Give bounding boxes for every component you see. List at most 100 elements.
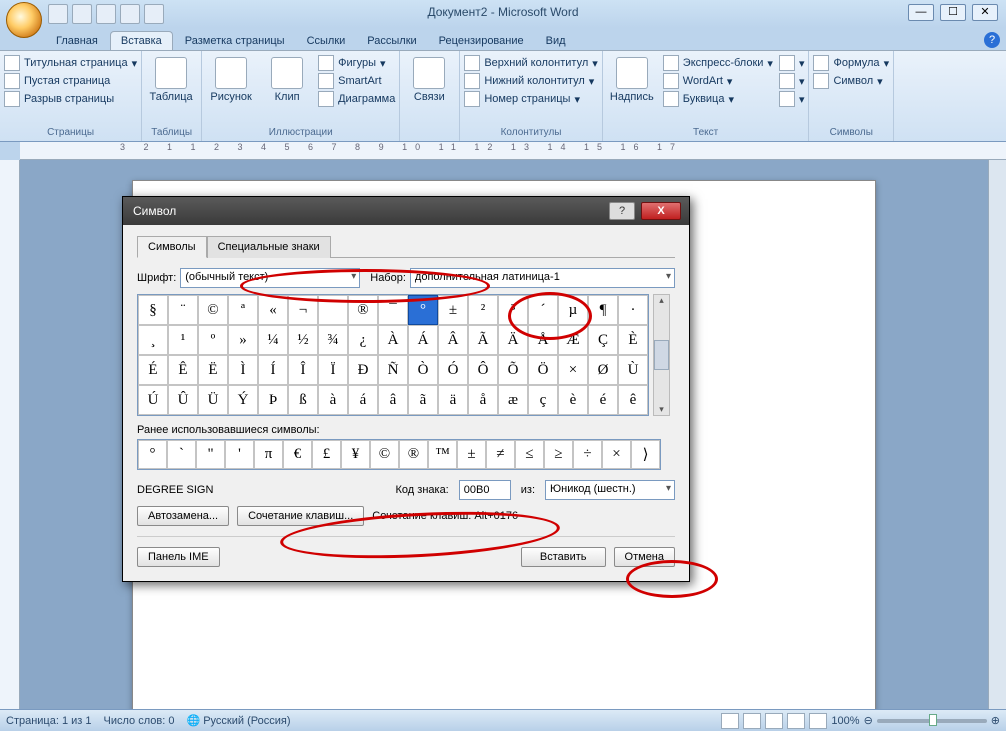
table-button[interactable]: Таблица: [146, 53, 196, 103]
symbol-button[interactable]: Символ ▾: [813, 73, 889, 89]
shapes-button[interactable]: Фигуры ▾: [318, 55, 395, 71]
autocorrect-button[interactable]: Автозамена...: [137, 506, 229, 526]
symbol-cell[interactable]: Õ: [498, 355, 528, 385]
shortcut-key-button[interactable]: Сочетание клавиш...: [237, 506, 364, 526]
symbol-cell[interactable]: Ë: [198, 355, 228, 385]
blank-page-button[interactable]: Пустая страница: [4, 73, 137, 89]
symbol-cell[interactable]: à: [318, 385, 348, 415]
symbol-cell[interactable]: À: [378, 325, 408, 355]
recent-symbol-cell[interactable]: ": [196, 440, 225, 469]
chart-button[interactable]: Диаграмма: [318, 91, 395, 107]
recent-symbol-cell[interactable]: ™: [428, 440, 457, 469]
symbol-cell[interactable]: Ñ: [378, 355, 408, 385]
symbol-cell[interactable]: ±: [438, 295, 468, 325]
symbol-cell[interactable]: «: [258, 295, 288, 325]
dialog-help-button[interactable]: ?: [609, 202, 635, 220]
symbol-cell[interactable]: ½: [288, 325, 318, 355]
symbol-cell[interactable]: é: [588, 385, 618, 415]
minimize-button[interactable]: —: [908, 4, 934, 21]
symbol-cell[interactable]: Û: [168, 385, 198, 415]
symbol-cell[interactable]: Ô: [468, 355, 498, 385]
recent-symbol-cell[interactable]: ±: [457, 440, 486, 469]
ribbon-tab-6[interactable]: Вид: [536, 32, 576, 50]
symbol-cell[interactable]: ç: [528, 385, 558, 415]
cover-page-button[interactable]: Титульная страница ▾: [4, 55, 137, 71]
symbol-cell[interactable]: Ã: [468, 325, 498, 355]
recent-symbol-cell[interactable]: π: [254, 440, 283, 469]
symbol-cell[interactable]: ¿: [348, 325, 378, 355]
office-button[interactable]: [6, 2, 42, 38]
symbol-cell[interactable]: Ù: [618, 355, 648, 385]
dropcap-button[interactable]: Буквица ▾: [663, 91, 773, 107]
page-number-button[interactable]: Номер страницы ▾: [464, 91, 597, 107]
view-outline-icon[interactable]: [787, 713, 805, 729]
equation-button[interactable]: Формула ▾: [813, 55, 889, 71]
tab-special-chars[interactable]: Специальные знаки: [207, 236, 331, 258]
symbol-cell[interactable]: ®: [348, 295, 378, 325]
view-draft-icon[interactable]: [809, 713, 827, 729]
clip-button[interactable]: Клип: [262, 53, 312, 103]
symbol-cell[interactable]: ¯: [378, 295, 408, 325]
symbol-cell[interactable]: Î: [288, 355, 318, 385]
from-combo[interactable]: Юникод (шестн.): [545, 480, 675, 500]
recent-symbol-cell[interactable]: ®: [399, 440, 428, 469]
textbox-button[interactable]: Надпись: [607, 53, 657, 103]
symbol-cell[interactable]: Ú: [138, 385, 168, 415]
vertical-scrollbar[interactable]: [988, 160, 1006, 709]
text-aux1-button[interactable]: ▾: [779, 55, 805, 71]
symbol-cell[interactable]: Ì: [228, 355, 258, 385]
symbol-cell[interactable]: ­: [318, 295, 348, 325]
symbol-cell[interactable]: Ø: [588, 355, 618, 385]
recent-symbol-cell[interactable]: ⟩: [631, 440, 660, 469]
symbol-cell[interactable]: ·: [618, 295, 648, 325]
recent-symbol-cell[interactable]: €: [283, 440, 312, 469]
symbol-cell[interactable]: Ö: [528, 355, 558, 385]
links-button[interactable]: Связи: [404, 53, 454, 103]
symbol-cell[interactable]: á: [348, 385, 378, 415]
font-combo[interactable]: (обычный текст): [180, 268, 360, 288]
symbol-cell[interactable]: ´: [528, 295, 558, 325]
symbol-cell[interactable]: ä: [438, 385, 468, 415]
symbol-cell[interactable]: ²: [468, 295, 498, 325]
zoom-in-button[interactable]: ⊕: [991, 714, 1000, 727]
recent-symbol-cell[interactable]: ≥: [544, 440, 573, 469]
symbol-cell[interactable]: ×: [558, 355, 588, 385]
text-aux3-button[interactable]: ▾: [779, 91, 805, 107]
ribbon-tab-2[interactable]: Разметка страницы: [175, 32, 295, 50]
symbol-cell[interactable]: Ó: [438, 355, 468, 385]
grid-scrollbar[interactable]: ▴▾: [653, 294, 670, 416]
symbol-cell[interactable]: Ý: [228, 385, 258, 415]
cancel-button[interactable]: Отмена: [614, 547, 675, 567]
symbol-cell[interactable]: ¾: [318, 325, 348, 355]
tab-symbols[interactable]: Символы: [137, 236, 207, 258]
text-aux2-button[interactable]: ▾: [779, 73, 805, 89]
ribbon-tab-1[interactable]: Вставка: [110, 31, 173, 50]
help-icon[interactable]: ?: [984, 32, 1000, 48]
dialog-titlebar[interactable]: Символ ? X: [123, 197, 689, 225]
symbol-cell[interactable]: ê: [618, 385, 648, 415]
status-words[interactable]: Число слов: 0: [104, 715, 175, 727]
symbol-cell[interactable]: è: [558, 385, 588, 415]
symbol-cell[interactable]: Å: [528, 325, 558, 355]
view-fullscreen-icon[interactable]: [743, 713, 761, 729]
symbol-cell[interactable]: ¬: [288, 295, 318, 325]
symbol-cell[interactable]: º: [198, 325, 228, 355]
recent-symbol-cell[interactable]: ¥: [341, 440, 370, 469]
symbol-cell[interactable]: Ü: [198, 385, 228, 415]
recent-symbol-cell[interactable]: £: [312, 440, 341, 469]
symbol-cell[interactable]: µ: [558, 295, 588, 325]
recent-symbol-cell[interactable]: ×: [602, 440, 631, 469]
symbol-cell[interactable]: Ä: [498, 325, 528, 355]
symbol-cell[interactable]: ß: [288, 385, 318, 415]
symbol-cell[interactable]: »: [228, 325, 258, 355]
ribbon-tab-5[interactable]: Рецензирование: [429, 32, 534, 50]
symbol-cell[interactable]: §: [138, 295, 168, 325]
recent-symbol-cell[interactable]: ≤: [515, 440, 544, 469]
subset-combo[interactable]: дополнительная латиница-1: [410, 268, 675, 288]
recent-symbol-cell[interactable]: ÷: [573, 440, 602, 469]
symbol-cell[interactable]: Í: [258, 355, 288, 385]
recent-symbol-cell[interactable]: ≠: [486, 440, 515, 469]
symbol-cell[interactable]: ¶: [588, 295, 618, 325]
recent-symbol-cell[interactable]: `: [167, 440, 196, 469]
recent-symbol-cell[interactable]: °: [138, 440, 167, 469]
